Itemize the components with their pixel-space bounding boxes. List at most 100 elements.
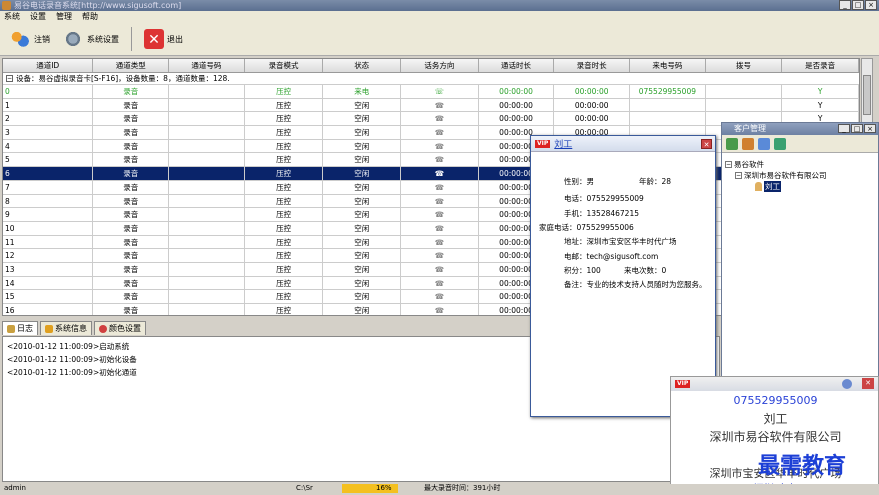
cell-call-duration: 00:00:00: [479, 85, 555, 98]
cell-record-mode: 压控: [245, 98, 324, 112]
exit-label: 退出: [167, 34, 183, 44]
minimize-button[interactable]: _: [839, 0, 851, 10]
status-percent: 16%: [376, 484, 392, 492]
home-phone-field: 家庭电话：075529955006: [539, 222, 634, 233]
caller-info-popup: VIP 刘工 ✕ 性别：男 年龄：28 电话：075529955009 手机：1…: [530, 135, 716, 417]
handset-icon: ☎: [401, 139, 479, 153]
cm-minimize-button[interactable]: _: [838, 124, 850, 133]
handset-icon: ☎: [401, 249, 479, 262]
cell-channel-type: 录音: [93, 180, 170, 194]
device-group-row[interactable]: − 设备：易谷虚拟录音卡[S-F16]，设备数量：8，通道数量：128.: [3, 73, 859, 85]
tab-log[interactable]: 日志: [2, 321, 38, 335]
address-value: 深圳市宝安区华丰时代广场: [586, 237, 677, 246]
tree-toggle[interactable]: −: [735, 172, 742, 179]
column-header-channel-type[interactable]: 通道类型: [93, 59, 170, 72]
tree-toggle[interactable]: −: [725, 161, 732, 168]
cell-channel-number: [169, 194, 245, 208]
note-label: 备注：: [564, 280, 587, 289]
cell-record-mode: 压控: [245, 208, 324, 221]
refresh-icon[interactable]: [774, 137, 786, 150]
handset-icon: ☎: [401, 194, 479, 208]
cell-channel-number: [169, 262, 245, 276]
column-header-call-duration[interactable]: 通话时长: [479, 59, 555, 72]
tab-system-info[interactable]: 系统信息: [40, 321, 92, 335]
menu-manage[interactable]: 管理: [56, 11, 72, 23]
logout-button[interactable]: 注销: [6, 28, 53, 50]
phone-label: 电话：: [564, 194, 587, 203]
column-header-is-recording[interactable]: 是否录音: [782, 59, 859, 72]
menu-help[interactable]: 帮助: [82, 11, 98, 23]
calls-value: 0: [661, 266, 667, 275]
cell-channel-type: 录音: [93, 139, 170, 153]
table-row[interactable]: 0 录音 压控 来电 ☏ 00:00:00 00:00:00 075529955009 Y: [3, 85, 859, 99]
tab-color-settings-label: 颜色设置: [109, 323, 141, 333]
column-header-record-duration[interactable]: 录音时长: [554, 59, 630, 72]
chart-icon[interactable]: [742, 137, 754, 150]
cell-call-duration: 00:00:00: [479, 112, 555, 126]
home-phone-value: 075529955006: [576, 223, 634, 232]
tree-node-contact[interactable]: 刘工: [725, 181, 827, 192]
vip-icon[interactable]: [758, 137, 770, 150]
cell-status: 空闲: [323, 208, 402, 221]
popup-close-button[interactable]: ✕: [701, 139, 712, 149]
cell-record-mode: 压控: [245, 126, 324, 139]
caller-name-link[interactable]: 刘工: [554, 137, 572, 150]
age-value: 28: [661, 177, 672, 186]
tab-color-settings[interactable]: 颜色设置: [94, 321, 146, 335]
tree-node-root[interactable]: − 易谷软件: [725, 159, 827, 170]
cm-maximize-button[interactable]: □: [851, 124, 863, 133]
cm-close-button[interactable]: ×: [864, 124, 876, 133]
table-row[interactable]: 1 录音 压控 空闲 ☎ 00:00:00 00:00:00 Y: [3, 98, 859, 113]
cell-channel-type: 录音: [93, 262, 170, 276]
menu-system[interactable]: 系统: [4, 11, 20, 23]
cell-channel-id: 14: [3, 276, 94, 290]
check-icon[interactable]: [726, 137, 738, 150]
column-header-dial[interactable]: 拨号: [706, 59, 783, 72]
cell-dial: [706, 85, 783, 98]
cell-status: 空闲: [323, 112, 402, 126]
status-max-time: 最大录音时间：391小时: [424, 484, 501, 492]
handset-icon: ☎: [401, 167, 479, 180]
customer-manager-title-label: 客户管理: [734, 124, 766, 133]
gender-label: 性别：: [564, 177, 587, 186]
cell-channel-id: 11: [3, 235, 94, 249]
cell-channel-id: 9: [3, 208, 94, 221]
cell-status: 空闲: [323, 194, 402, 208]
handset-icon: ☎: [401, 126, 479, 139]
column-header-status[interactable]: 状态: [323, 59, 402, 72]
cell-channel-number: [169, 304, 245, 315]
vip-badge: VIP: [535, 139, 551, 148]
cell-is-recording: Y: [782, 85, 859, 98]
cell-channel-id: 5: [3, 153, 94, 167]
cell-channel-type: 录音: [93, 304, 170, 315]
maximize-button[interactable]: □: [852, 0, 864, 10]
cell-channel-number: [169, 126, 245, 139]
mobile-value: 13528467215: [586, 209, 640, 218]
column-header-caller-number[interactable]: 来电号码: [630, 59, 706, 72]
column-header-direction[interactable]: 话务方向: [401, 59, 479, 72]
info-icon: [45, 324, 53, 333]
close-button[interactable]: ×: [865, 0, 877, 10]
points-value: 100: [586, 266, 601, 275]
settings-button[interactable]: 系统设置: [59, 28, 122, 50]
cell-channel-number: [169, 112, 245, 126]
collapse-icon[interactable]: −: [6, 75, 13, 82]
handset-icon: ☎: [401, 235, 479, 249]
toast-close-button[interactable]: ✕: [862, 378, 874, 389]
customer-manager-title: 客户管理 _ □ ×: [722, 123, 878, 135]
pin-icon[interactable]: [842, 379, 852, 389]
note-value: 专业的技术支持人员随时为您服务。: [586, 280, 707, 289]
column-header-channel-number[interactable]: 通道号码: [169, 59, 245, 72]
menu-settings[interactable]: 设置: [30, 11, 46, 23]
gear-icon: [62, 28, 84, 50]
scroll-thumb[interactable]: [863, 75, 871, 115]
exit-button[interactable]: ✕ 退出: [141, 29, 186, 49]
calls-label: 来电次数：: [624, 266, 662, 275]
tree-node-company[interactable]: − 深圳市易谷软件有限公司: [725, 170, 827, 181]
cell-channel-id: 1: [3, 98, 94, 112]
column-header-record-mode[interactable]: 录音模式: [245, 59, 324, 72]
points-label: 积分：: [564, 266, 587, 275]
cell-status: 空闲: [323, 262, 402, 276]
device-group-label: 设备：易谷虚拟录音卡[S-F16]，设备数量：8，通道数量：128.: [16, 73, 230, 83]
column-header-channel-id[interactable]: 通道ID: [3, 59, 94, 72]
